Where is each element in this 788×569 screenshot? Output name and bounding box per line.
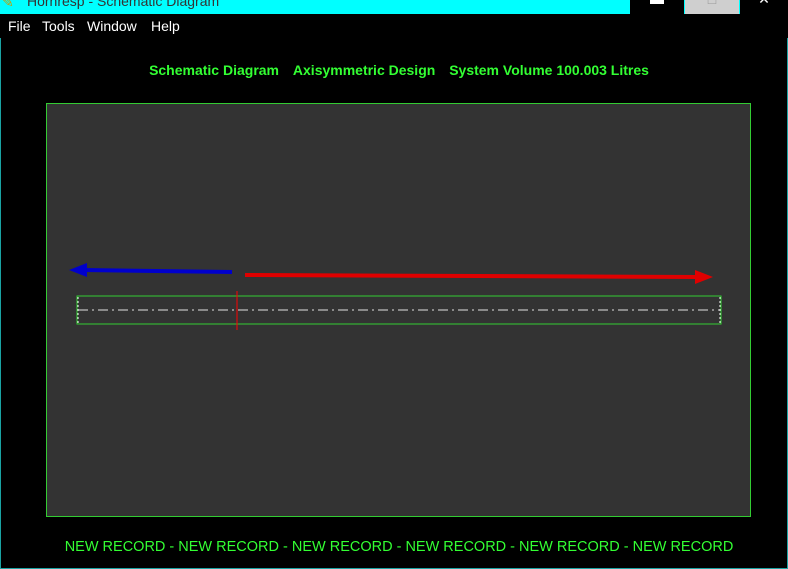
window-title: Hornresp - Schematic Diagram: [27, 0, 220, 9]
right-arrow: [244, 270, 713, 284]
menu-window[interactable]: Window: [87, 18, 137, 34]
footer-status: NEW RECORD - NEW RECORD - NEW RECORD - N…: [64, 539, 734, 555]
schematic-heading: Schematic Diagram Axisymmetric Design Sy…: [0, 62, 788, 78]
schematic-panel: [46, 103, 751, 517]
maximize-icon: □: [685, 0, 739, 6]
maximize-button[interactable]: □: [685, 0, 739, 14]
menu-tools[interactable]: Tools: [42, 18, 75, 34]
minimize-button[interactable]: ▬: [630, 0, 684, 14]
heading-title: Schematic Diagram: [149, 62, 280, 78]
menu-file[interactable]: File: [8, 18, 31, 34]
pencil-icon: ✎: [2, 0, 14, 10]
menu-bar: File Tools Window Help: [0, 14, 788, 38]
menu-help[interactable]: Help: [151, 18, 180, 34]
title-bar[interactable]: ✎ Hornresp - Schematic Diagram ▬ □ ✕: [0, 0, 788, 14]
close-icon: ✕: [740, 0, 788, 6]
schematic-drawing: [69, 263, 722, 330]
close-button[interactable]: ✕: [740, 0, 788, 14]
minimize-icon: ▬: [630, 0, 684, 6]
heading-design-type: Axisymmetric Design: [292, 62, 436, 78]
left-arrow: [69, 263, 233, 277]
heading-system-volume: System Volume 100.003 Litres: [449, 62, 649, 78]
